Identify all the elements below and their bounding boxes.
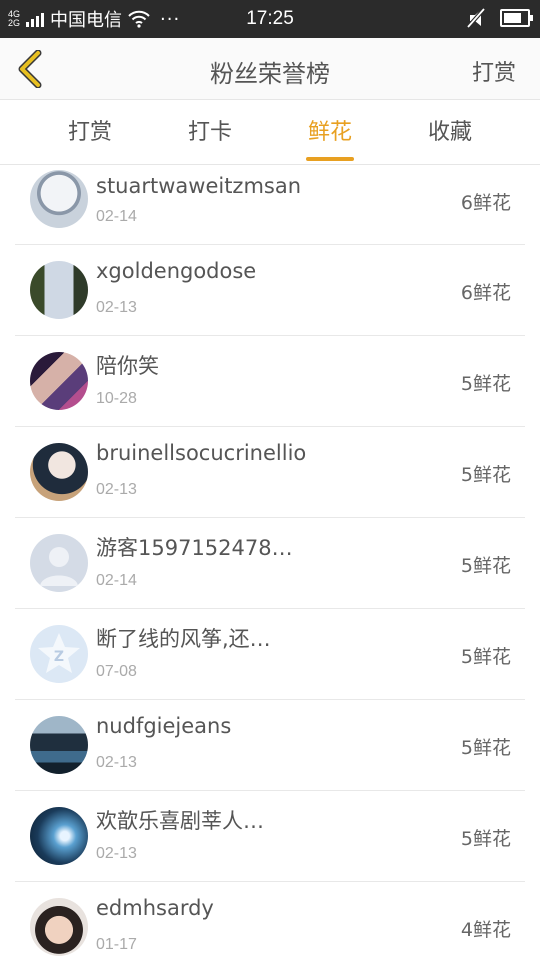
user-name: bruinellsocucrinellio bbox=[96, 441, 307, 465]
list-item[interactable]: bruinellsocucrinellio 02-13 5鲜花 bbox=[15, 427, 525, 518]
avatar bbox=[30, 807, 88, 865]
svg-text:Z: Z bbox=[54, 649, 64, 665]
avatar bbox=[30, 716, 88, 774]
avatar bbox=[30, 534, 88, 592]
mute-icon bbox=[466, 7, 486, 29]
flower-count: 5鲜花 bbox=[460, 464, 511, 486]
avatar bbox=[30, 170, 88, 228]
tab-checkin[interactable]: 打卡 bbox=[150, 101, 270, 165]
flower-count: 5鲜花 bbox=[460, 828, 511, 850]
fan-ranking-list: stuartwaweitzmsan 02-14 6鲜花 xgoldengodos… bbox=[0, 166, 540, 960]
user-name: 游客1597152478… bbox=[96, 536, 293, 560]
status-bar: 4G 2G 中国电信 ··· 17:25 bbox=[0, 0, 540, 38]
flower-count: 6鲜花 bbox=[460, 192, 511, 214]
list-item[interactable]: 欢歆乐喜剧莘人… 02-13 5鲜花 bbox=[15, 791, 525, 882]
flower-date: 10-28 bbox=[96, 390, 137, 407]
flower-count: 4鲜花 bbox=[460, 919, 511, 941]
tab-label: 打赏 bbox=[67, 120, 112, 145]
active-tab-indicator bbox=[306, 157, 354, 161]
user-name: 断了线的风筝,还… bbox=[96, 627, 271, 651]
avatar bbox=[30, 352, 88, 410]
avatar bbox=[30, 261, 88, 319]
list-item[interactable]: 游客1597152478… 02-14 5鲜花 bbox=[15, 518, 525, 609]
avatar bbox=[30, 898, 88, 956]
user-name: edmhsardy bbox=[96, 896, 214, 920]
user-name: stuartwaweitzmsan bbox=[96, 174, 302, 198]
avatar: Z bbox=[30, 625, 88, 683]
flower-date: 01-17 bbox=[96, 936, 137, 953]
tab-label: 打卡 bbox=[187, 120, 232, 145]
battery-icon bbox=[500, 9, 533, 27]
user-name: nudfgiejeans bbox=[96, 714, 232, 738]
list-item[interactable]: nudfgiejeans 02-13 5鲜花 bbox=[15, 700, 525, 791]
flower-date: 02-13 bbox=[96, 754, 137, 771]
tab-bar: 打赏 打卡 鲜花 收藏 bbox=[0, 101, 540, 165]
flower-count: 5鲜花 bbox=[460, 737, 511, 759]
default-avatar-icon bbox=[40, 547, 78, 586]
user-name: 陪你笑 bbox=[96, 354, 159, 378]
qzone-star-icon: Z bbox=[38, 633, 80, 673]
list-item[interactable]: xgoldengodose 02-13 6鲜花 bbox=[15, 245, 525, 336]
page-title: 粉丝荣誉榜 bbox=[210, 60, 330, 88]
tab-reward[interactable]: 打赏 bbox=[30, 101, 150, 165]
list-item[interactable]: stuartwaweitzmsan 02-14 6鲜花 bbox=[15, 166, 525, 245]
tab-favorites[interactable]: 收藏 bbox=[390, 101, 510, 165]
status-right bbox=[466, 7, 533, 29]
header: 粉丝荣誉榜 打赏 bbox=[0, 38, 540, 100]
tab-flowers[interactable]: 鲜花 bbox=[270, 101, 390, 165]
list-item[interactable]: Z 断了线的风筝,还… 07-08 5鲜花 bbox=[15, 609, 525, 700]
list-item[interactable]: 陪你笑 10-28 5鲜花 bbox=[15, 336, 525, 427]
flower-date: 02-14 bbox=[96, 208, 137, 225]
flower-date: 02-13 bbox=[96, 845, 137, 862]
reward-button[interactable]: 打赏 bbox=[472, 55, 516, 87]
flower-count: 5鲜花 bbox=[460, 646, 511, 668]
flower-count: 5鲜花 bbox=[460, 373, 511, 395]
flower-count: 5鲜花 bbox=[460, 555, 511, 577]
battery-level bbox=[504, 13, 521, 23]
user-name: xgoldengodose bbox=[96, 259, 257, 283]
flower-date: 02-13 bbox=[96, 481, 137, 498]
flower-count: 6鲜花 bbox=[460, 282, 511, 304]
flower-date: 02-14 bbox=[96, 572, 137, 589]
tab-label: 鲜花 bbox=[307, 120, 352, 145]
flower-date: 07-08 bbox=[96, 663, 137, 680]
flower-date: 02-13 bbox=[96, 299, 137, 316]
list-item[interactable]: edmhsardy 01-17 4鲜花 bbox=[15, 882, 525, 960]
status-time: 17:25 bbox=[246, 8, 294, 29]
tab-label: 收藏 bbox=[427, 120, 472, 145]
avatar bbox=[30, 443, 88, 501]
user-name: 欢歆乐喜剧莘人… bbox=[96, 809, 264, 833]
